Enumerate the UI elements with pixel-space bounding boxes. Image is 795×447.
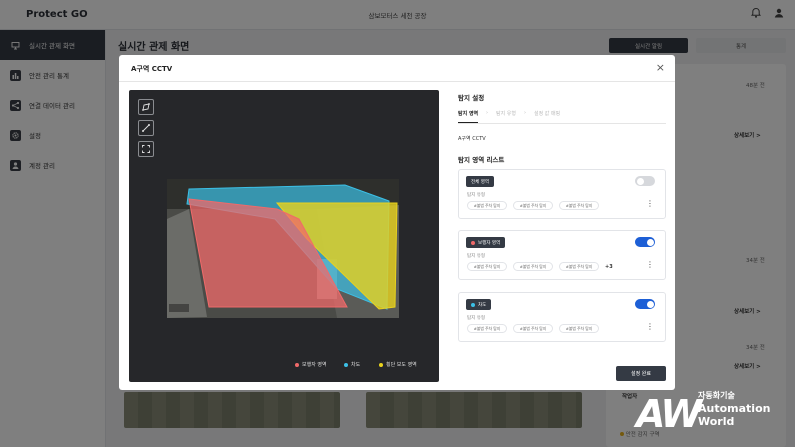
zone-dot: [471, 302, 475, 307]
camera-frame[interactable]: [167, 179, 399, 318]
legend-label: 보행자 영역: [302, 362, 327, 368]
legend-label: 차도: [351, 362, 361, 368]
detection-chip: #불법 주차 탐지: [559, 201, 599, 210]
zone-tag: 전체 영역: [466, 176, 494, 187]
more-chips-count[interactable]: +3: [605, 264, 613, 270]
settings-heading: 탐지 설정: [458, 94, 485, 102]
legend-dot: [344, 362, 348, 367]
zone-tag: 보행자 영역: [466, 237, 506, 248]
watermark-mark: AW: [636, 392, 702, 436]
detection-chip: #불법 주차 탐지: [513, 324, 553, 333]
step-tab-mapping[interactable]: 설정 값 매핑: [534, 110, 560, 117]
zone-subtitle: 탐지 유형: [467, 316, 485, 321]
expand-icon: [142, 145, 150, 153]
watermark-kr: 자동화기술: [698, 391, 735, 400]
detection-chip: #불법 주차 탐지: [559, 262, 599, 271]
zone-card[interactable]: 보행자 영역 탐지 유형 #불법 주차 탐지 #불법 주차 탐지 #불법 주차 …: [458, 230, 666, 280]
legend-dot: [295, 362, 299, 367]
toggle-knob: [646, 238, 654, 246]
legend-entry: 차도: [344, 361, 360, 368]
chevron-right-icon: ›: [486, 110, 488, 116]
chip-list: #불법 주차 탐지 #불법 주차 탐지 #불법 주차 탐지: [467, 324, 599, 333]
detection-chip: #불법 주차 탐지: [467, 201, 507, 210]
zone-dot: [471, 240, 475, 245]
legend-label: 횡단 보도 영역: [386, 362, 417, 368]
zone-toggle[interactable]: [635, 176, 655, 186]
close-icon[interactable]: ×: [656, 61, 665, 74]
zone-tag: 차도: [466, 299, 492, 310]
submit-settings-button[interactable]: 설정 완료: [616, 366, 666, 381]
legend-entry: 보행자 영역: [295, 361, 327, 368]
toggle-knob: [646, 300, 654, 308]
cctv-settings-modal: A구역 CCTV × 보행자 영역 차도 횡단 보도 영역 탐지 설정 탐지 영…: [119, 55, 675, 390]
zone-toggle[interactable]: [635, 237, 655, 247]
fullscreen-button[interactable]: [138, 141, 154, 157]
polygon-tool-button[interactable]: [138, 99, 154, 115]
divider: [119, 81, 675, 82]
watermark-en: Automation World: [698, 402, 771, 428]
zone-toggle[interactable]: [635, 299, 655, 309]
more-vert-icon[interactable]: ⋮: [646, 200, 654, 208]
zone-subtitle: 탐지 유형: [467, 193, 485, 198]
polygon-icon: [142, 103, 150, 111]
video-pane: 보행자 영역 차도 횡단 보도 영역: [129, 90, 439, 382]
step-tabs: 탐지 영역 › 탐지 유형 › 설정 값 매핑: [458, 110, 666, 124]
chip-list: #불법 주차 탐지 #불법 주차 탐지 #불법 주차 탐지: [467, 201, 599, 210]
more-vert-icon[interactable]: ⋮: [646, 261, 654, 269]
zone-list-heading: 탐지 영역 리스트: [458, 156, 505, 164]
zone-card[interactable]: 차도 탐지 유형 #불법 주차 탐지 #불법 주차 탐지 #불법 주차 탐지 ⋮: [458, 292, 666, 342]
step-tab-type[interactable]: 탐지 유형: [496, 110, 516, 117]
zone-card[interactable]: 전체 영역 탐지 유형 #불법 주차 탐지 #불법 주차 탐지 #불법 주차 탐…: [458, 169, 666, 219]
line-tool-button[interactable]: [138, 120, 154, 136]
more-vert-icon[interactable]: ⋮: [646, 323, 654, 331]
toggle-knob: [636, 177, 644, 185]
zone-subtitle: 탐지 유형: [467, 254, 485, 259]
legend-entry: 횡단 보도 영역: [379, 361, 417, 368]
step-tab-area[interactable]: 탐지 영역: [458, 110, 479, 123]
detection-chip: #불법 주차 탐지: [467, 324, 507, 333]
modal-title: A구역 CCTV: [131, 65, 173, 73]
detection-chip: #불법 주차 탐지: [467, 262, 507, 271]
detection-chip: #불법 주차 탐지: [513, 201, 553, 210]
line-icon: [142, 124, 150, 132]
chevron-right-icon: ›: [524, 110, 526, 116]
chip-list: #불법 주차 탐지 #불법 주차 탐지 #불법 주차 탐지 +3: [467, 262, 613, 271]
camera-name: A구역 CCTV: [458, 136, 486, 142]
detection-chip: #불법 주차 탐지: [513, 262, 553, 271]
watermark-logo: AW 자동화기술 Automation World: [636, 386, 791, 444]
legend-dot: [379, 362, 383, 367]
detection-chip: #불법 주차 탐지: [559, 324, 599, 333]
